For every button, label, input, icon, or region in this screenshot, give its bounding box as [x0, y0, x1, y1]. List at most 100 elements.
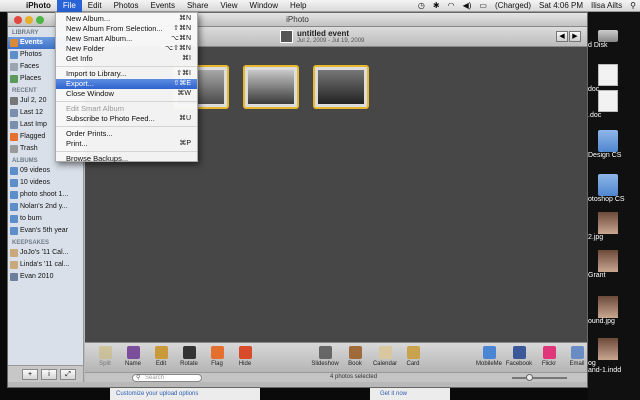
- desktop-item-label: otoshop CS: [588, 196, 625, 203]
- menu-item-export[interactable]: Export... ⇧⌘E: [56, 79, 197, 89]
- photo-thumbnail[interactable]: [243, 65, 299, 109]
- trash-icon: [10, 145, 18, 153]
- next-event-button[interactable]: ▶: [569, 31, 581, 42]
- sidebar-item-to-burn[interactable]: to burn: [8, 213, 83, 225]
- menu-help[interactable]: Help: [284, 0, 312, 12]
- hide-button[interactable]: Hide: [231, 346, 259, 367]
- desktop-item-doc[interactable]: doc: [588, 64, 640, 93]
- menu-edit[interactable]: Edit: [82, 0, 108, 12]
- get-it-now-link[interactable]: Get it now: [370, 388, 450, 400]
- sidebar-item-evan-s-5th-year[interactable]: Evan's 5th year: [8, 225, 83, 237]
- menu-item-label: Edit Smart Album: [66, 104, 124, 113]
- photo-thumbnail[interactable]: [313, 65, 369, 109]
- flag-button[interactable]: Flag: [203, 346, 231, 367]
- sidebar-item-09-videos[interactable]: 09 videos: [8, 165, 83, 177]
- photo-image: [318, 70, 364, 104]
- desktop-item-d-disk[interactable]: d Disk: [588, 30, 640, 49]
- clock[interactable]: Sat 4:06 PM: [535, 0, 587, 12]
- edit-button[interactable]: Edit: [147, 346, 175, 367]
- menu-window[interactable]: Window: [244, 0, 284, 12]
- folder-icon: [598, 174, 618, 196]
- mobileme-button[interactable]: MobileMe: [475, 346, 503, 367]
- menu-item-order-prints[interactable]: Order Prints...: [56, 129, 197, 139]
- menu-share[interactable]: Share: [181, 0, 214, 12]
- menu-view[interactable]: View: [214, 0, 243, 12]
- timemachine-icon[interactable]: ◷: [414, 0, 429, 12]
- sidebar-item-evan-2010[interactable]: Evan 2010: [8, 271, 83, 283]
- search-field[interactable]: ⚲ Search: [132, 374, 202, 382]
- search-icon: ⚲: [136, 375, 141, 381]
- desktop-item-label: .doc: [588, 112, 602, 119]
- zoom-slider[interactable]: [512, 374, 567, 381]
- desktop-item-ound-jpg[interactable]: ound.jpg: [588, 296, 640, 325]
- menu-item-print[interactable]: Print... ⌘P: [56, 139, 197, 149]
- sidebar-item-jojo-s-11-cal[interactable]: JoJo's '11 Cal...: [8, 247, 83, 259]
- last-12-icon: [10, 109, 18, 117]
- facebook-button[interactable]: Facebook: [505, 346, 533, 367]
- menu-separator: [56, 151, 197, 152]
- desktop-item-label: 2.jpg: [588, 234, 604, 241]
- menu-item-new-album[interactable]: New Album... ⌘N: [56, 14, 197, 24]
- menu-file[interactable]: File: [56, 0, 82, 12]
- name-button[interactable]: Name: [119, 346, 147, 367]
- spotlight-icon[interactable]: ⚲: [626, 0, 640, 12]
- menu-item-label: Print...: [66, 139, 88, 148]
- battery-icon[interactable]: ▭: [475, 0, 491, 12]
- book-button[interactable]: Book: [341, 346, 369, 367]
- sidebar-item-photo-shoot-1[interactable]: photo shoot 1...: [8, 189, 83, 201]
- menu-item-label: New Album From Selection...: [66, 24, 163, 33]
- sidebar-item-label: Flagged: [20, 133, 46, 140]
- upload-options-link[interactable]: Customize your upload options: [110, 388, 260, 400]
- menu-events[interactable]: Events: [144, 0, 180, 12]
- desktop-item-design-cs[interactable]: Design CS: [588, 130, 640, 159]
- desktop-item-label: ound.jpg: [588, 318, 615, 325]
- user-name[interactable]: Ilisa Ailts: [587, 0, 626, 12]
- rotate-button[interactable]: Rotate: [175, 346, 203, 367]
- desktop-item-doc[interactable]: .doc: [588, 90, 640, 119]
- menu-item-new-album-from-selection[interactable]: New Album From Selection... ⇧⌘N: [56, 24, 197, 34]
- previous-event-button[interactable]: ◀: [556, 31, 568, 42]
- sidebar-item-linda-s-11-cal[interactable]: Linda's '11 cal...: [8, 259, 83, 271]
- menu-item-browse-backups[interactable]: Browse Backups...: [56, 154, 197, 164]
- event-nav: ◀ ▶: [556, 31, 581, 42]
- slideshow-button[interactable]: Slideshow: [311, 346, 339, 367]
- menu-item-label: Export...: [66, 79, 94, 88]
- sidebar-item-10-videos[interactable]: 10 videos: [8, 177, 83, 189]
- sidebar-item-nolan-s-2nd-y[interactable]: Nolan's 2nd y...: [8, 201, 83, 213]
- status-bar: ⚲ Search 4 photos selected: [85, 372, 587, 382]
- sidebar-heading-keepsakes[interactable]: KEEPSAKES: [8, 237, 83, 247]
- event-title[interactable]: untitled event: [297, 29, 349, 38]
- info-button[interactable]: i: [41, 368, 57, 380]
- menu-item-import-to-library[interactable]: Import to Library... ⇧⌘I: [56, 69, 197, 79]
- bluetooth-icon[interactable]: ✱: [429, 0, 444, 12]
- menu-bar: iPhoto File Edit Photos Events Share View Wind…: [0, 0, 640, 12]
- wifi-icon[interactable]: ◠: [444, 0, 459, 12]
- menu-item-shortcut: ⌥⇧⌘N: [165, 45, 191, 52]
- menu-photos[interactable]: Photos: [108, 0, 145, 12]
- add-button[interactable]: +: [22, 368, 38, 380]
- split-button[interactable]: Split: [91, 346, 119, 367]
- calendar-button[interactable]: Calendar: [371, 346, 399, 367]
- card-button[interactable]: Card: [399, 346, 427, 367]
- desktop-item-og-and-1-indd[interactable]: og and-1.indd: [588, 338, 640, 374]
- desktop-item-grant[interactable]: Grant: [588, 250, 640, 279]
- flickr-button[interactable]: Flickr: [535, 346, 563, 367]
- zoom-slider-knob[interactable]: [526, 374, 533, 381]
- jojo-s-11-cal-icon: [10, 249, 18, 257]
- email-button[interactable]: Email: [563, 346, 591, 367]
- 10-videos-icon: [10, 179, 18, 187]
- desktop: d Disk doc .doc Design CS otoshop CS 2.jpg Gra…: [588, 12, 640, 400]
- desktop-item-otoshop-cs[interactable]: otoshop CS: [588, 174, 640, 203]
- menu-app[interactable]: iPhoto: [20, 0, 57, 12]
- menu-item-get-info[interactable]: Get Info ⌘I: [56, 54, 197, 64]
- toolbar-label: Facebook: [505, 361, 533, 367]
- menu-item-label: New Album...: [66, 14, 111, 23]
- menu-item-new-smart-album[interactable]: New Smart Album... ⌥⌘N: [56, 34, 197, 44]
- menu-item-new-folder[interactable]: New Folder ⌥⇧⌘N: [56, 44, 197, 54]
- event-key-photo: [280, 30, 293, 43]
- menu-item-close-window[interactable]: Close Window ⌘W: [56, 89, 197, 99]
- menu-item-subscribe-to-photo-feed[interactable]: Subscribe to Photo Feed... ⌘U: [56, 114, 197, 124]
- fullscreen-button[interactable]: ⤢: [60, 368, 76, 380]
- desktop-item-2-jpg[interactable]: 2.jpg: [588, 212, 640, 241]
- volume-icon[interactable]: ◀): [459, 0, 476, 12]
